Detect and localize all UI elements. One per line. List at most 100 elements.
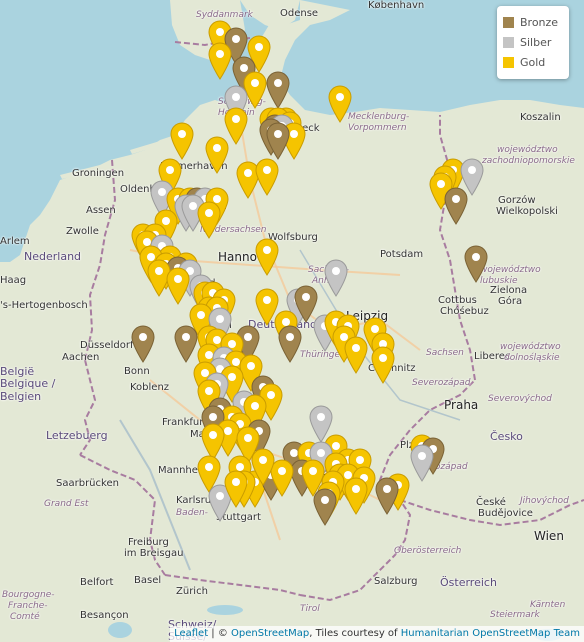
- pin-icon: [131, 325, 155, 363]
- map-label: zachodniopomorskie: [482, 156, 575, 166]
- map-label: Severovýchod: [488, 394, 552, 404]
- map-label: Česko: [490, 430, 523, 443]
- map-label: Nederland: [24, 250, 82, 263]
- map-label: województwo: [500, 342, 561, 352]
- map-marker-bronze[interactable]: [278, 325, 302, 363]
- map-marker-gold[interactable]: [328, 85, 352, 124]
- map-label: Besançon: [80, 610, 129, 621]
- map-attribution: Leaflet | © OpenStreetMap, Tiles courtes…: [170, 626, 584, 642]
- map-label: Baden-: [176, 508, 208, 518]
- attribution-separator-1: | ©: [208, 628, 232, 639]
- map-label: Severozápad: [412, 378, 471, 388]
- map-label: Vorpommern: [348, 123, 407, 133]
- legend-swatch-gold: [503, 56, 514, 68]
- legend-label-bronze: Bronze: [520, 15, 559, 29]
- map-marker-silber[interactable]: [410, 444, 434, 483]
- map-label: Zwolle: [66, 226, 99, 237]
- pin-icon: [251, 448, 275, 486]
- map-label: Bonn: [124, 366, 150, 377]
- legend-label-silber: Silber: [520, 35, 552, 49]
- map-label: Freiburg: [128, 537, 169, 548]
- map-label: Tirol: [300, 604, 320, 614]
- map-marker-gold[interactable]: [208, 42, 232, 80]
- map-label: Österreich: [440, 576, 497, 589]
- map-label: Sachsen: [426, 348, 464, 358]
- map-marker-gold[interactable]: [197, 201, 221, 240]
- map-label: Praha: [444, 398, 479, 412]
- map-marker-bronze[interactable]: [131, 325, 155, 363]
- map-label: województwo: [480, 265, 541, 275]
- map-label: Arlem: [0, 236, 30, 247]
- map-label: Cottbus: [438, 295, 477, 306]
- pin-icon: [224, 470, 248, 508]
- map-label: Mecklenburg-: [348, 112, 410, 122]
- map-label: Jihovýchod: [520, 496, 569, 506]
- pin-icon: [410, 444, 434, 483]
- map-marker-gold[interactable]: [205, 136, 229, 175]
- pin-icon: [174, 325, 198, 363]
- legend-row-gold: Gold: [503, 52, 563, 72]
- pin-icon: [170, 122, 194, 160]
- map-label: Odense: [280, 8, 319, 19]
- map-label: Steiermark: [490, 610, 540, 620]
- map-label: dolnośląskie: [504, 353, 560, 363]
- map-marker-gold[interactable]: [255, 158, 279, 196]
- map-label: 's-Hertogenbosch: [0, 300, 88, 311]
- openstreetmap-link[interactable]: OpenStreetMap: [231, 628, 309, 639]
- map-label: Belfort: [80, 577, 114, 588]
- pin-icon: [344, 336, 368, 374]
- map-marker-bronze[interactable]: [174, 325, 198, 363]
- map-marker-gold[interactable]: [344, 336, 368, 374]
- pin-icon: [313, 488, 337, 526]
- legend: Bronze Silber Gold: [497, 6, 569, 79]
- map-label: Budějovice: [478, 508, 533, 519]
- legend-row-bronze: Bronze: [503, 12, 563, 32]
- map-marker-silber[interactable]: [324, 259, 348, 298]
- map-label: Belgique /: [0, 377, 56, 390]
- map-label: Letzebuerg: [46, 429, 108, 442]
- pin-icon: [255, 158, 279, 196]
- pin-icon: [328, 85, 352, 124]
- map-label: Bourgogne-: [2, 590, 55, 600]
- map-label: Aachen: [62, 352, 100, 363]
- map-marker-bronze[interactable]: [266, 122, 290, 160]
- map-label: Haag: [0, 275, 27, 286]
- map-marker-bronze[interactable]: [375, 477, 399, 515]
- map-container[interactable]: KøbenhavnOdenseSyddanmarkSchleswig-Holst…: [0, 0, 584, 642]
- pin-icon: [344, 477, 368, 515]
- legend-row-silber: Silber: [503, 32, 563, 52]
- map-marker-gold[interactable]: [344, 477, 368, 515]
- map-label: Syddanmark: [196, 10, 253, 20]
- map-marker-bronze[interactable]: [444, 187, 468, 225]
- map-label: Gorzów: [498, 195, 536, 206]
- pin-icon: [464, 245, 488, 283]
- pin-icon: [255, 238, 279, 276]
- map-label: Oberösterreich: [394, 546, 462, 556]
- legend-label-gold: Gold: [520, 55, 546, 69]
- map-label: Basel: [134, 575, 162, 586]
- map-label: Zielona: [490, 285, 528, 296]
- map-label: Groningen: [72, 168, 125, 179]
- leaflet-link[interactable]: Leaflet: [174, 628, 208, 639]
- attribution-separator-2: , Tiles courtesy of: [309, 628, 401, 639]
- map-label: Franche-: [8, 601, 48, 611]
- pin-icon: [444, 187, 468, 225]
- pin-icon: [324, 260, 348, 298]
- map-marker-gold[interactable]: [255, 238, 279, 276]
- map-label: Wien: [534, 529, 564, 543]
- hot-link[interactable]: Humanitarian OpenStreetMap Team: [401, 628, 580, 639]
- pin-icon: [266, 122, 290, 160]
- map-marker-gold[interactable]: [371, 346, 395, 385]
- map-label: Belgien: [0, 390, 42, 403]
- map-label: Potsdam: [380, 249, 424, 260]
- map-marker-bronze[interactable]: [266, 71, 290, 109]
- pin-icon: [166, 267, 190, 305]
- map-marker-gold[interactable]: [251, 448, 275, 486]
- map-marker-bronze[interactable]: [464, 245, 488, 283]
- map-marker-gold[interactable]: [166, 267, 190, 305]
- pin-icon: [205, 136, 229, 175]
- map-marker-gold[interactable]: [170, 122, 194, 160]
- map-marker-bronze[interactable]: [313, 488, 337, 526]
- map-label: Chóśebuz: [440, 306, 489, 317]
- map-marker-gold[interactable]: [224, 470, 248, 508]
